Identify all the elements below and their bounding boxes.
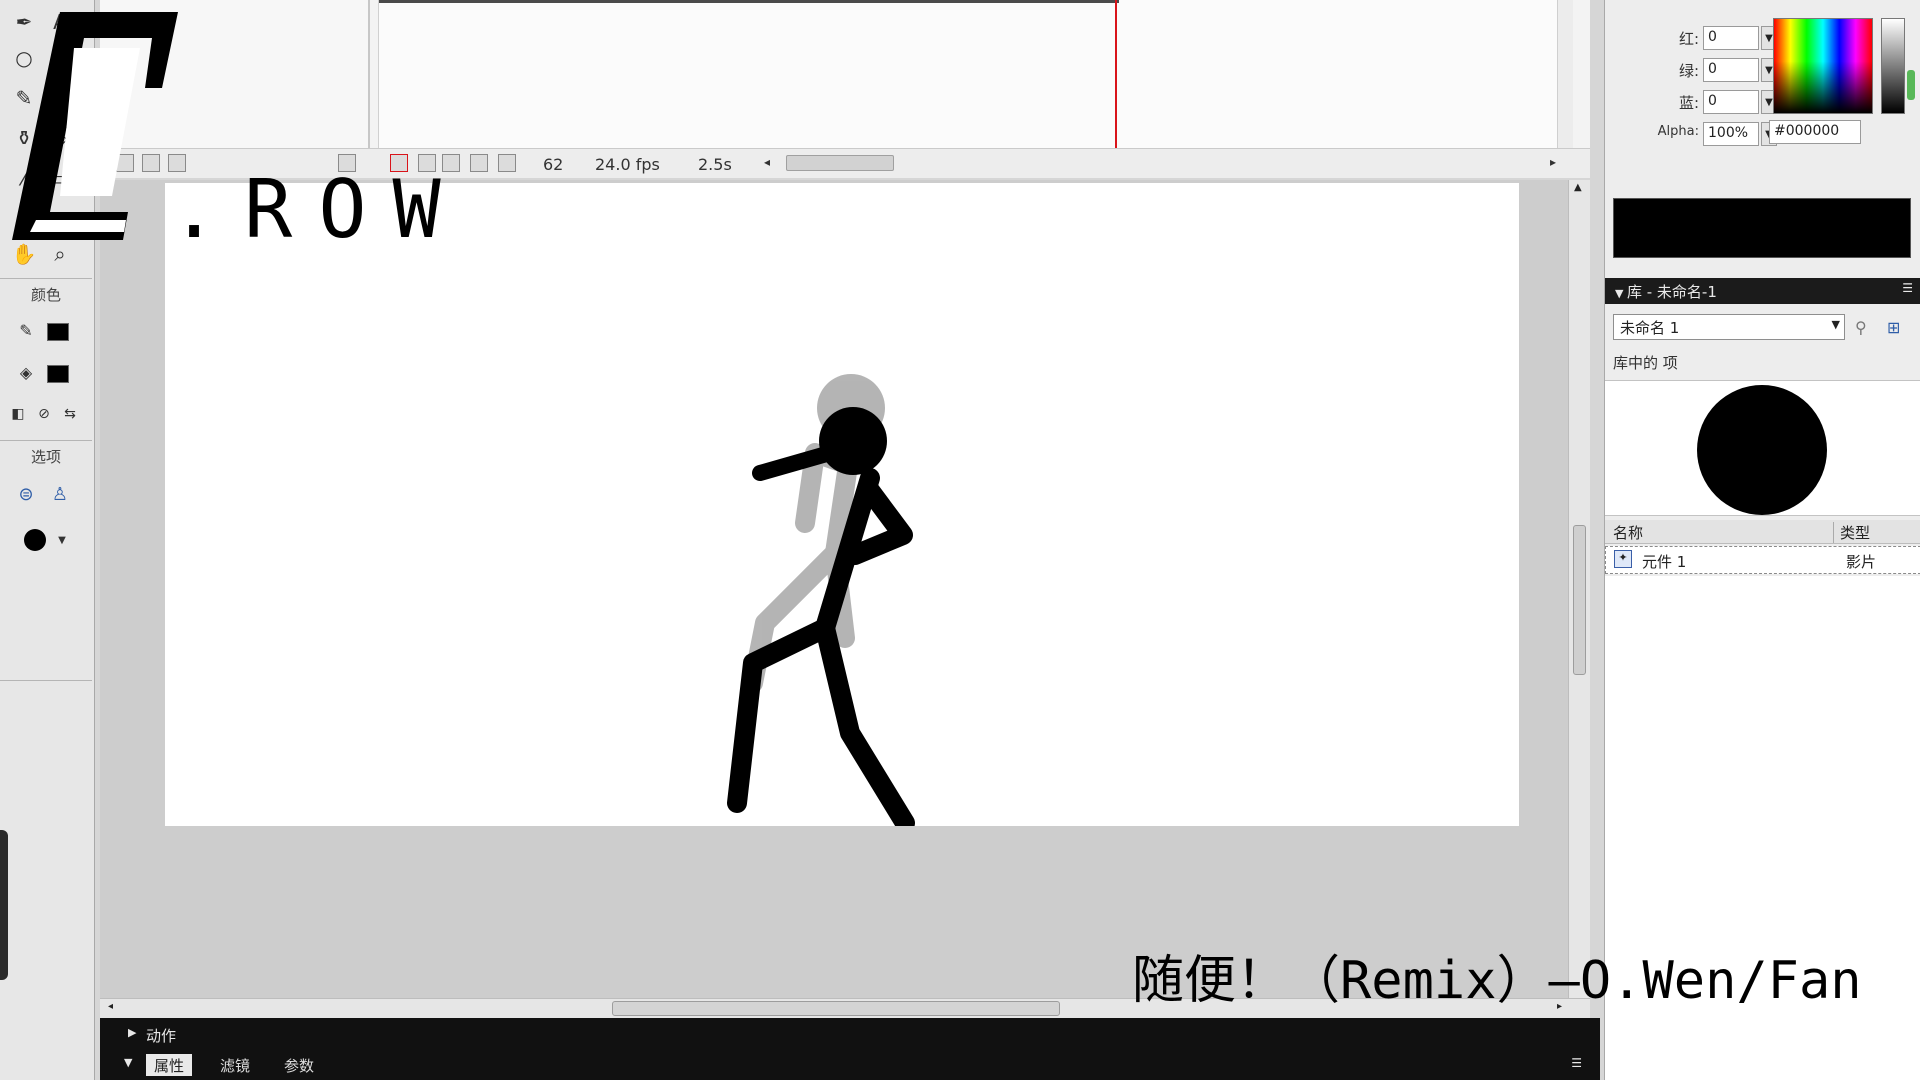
song-caption: 随便！（Remix）—O.Wen/Fan <box>1132 951 1862 1011</box>
stage-pasteboard: ▲ ◂ ▸ <box>100 180 1590 1018</box>
current-frame: 62 <box>543 155 564 174</box>
blue-input[interactable]: 0 <box>1703 90 1759 114</box>
green-input[interactable]: 0 <box>1703 58 1759 82</box>
scroll-left-icon[interactable]: ◂ <box>108 1001 113 1012</box>
stroke-color-pencil-icon: ✎ <box>19 320 33 340</box>
blue-label: 蓝: <box>1678 94 1699 112</box>
alpha-input[interactable]: 100% <box>1703 122 1759 146</box>
default-colors-icon[interactable]: ◧ <box>4 400 32 428</box>
tools-divider <box>0 278 92 279</box>
chevron-down-icon: ▼ <box>58 534 66 546</box>
library-panel-header[interactable]: ▼ 库 - 未命名-1 ☰ <box>1605 278 1920 304</box>
brush-mode-icon[interactable]: ⊜ <box>12 480 40 508</box>
options-section-label: 选项 <box>30 448 61 466</box>
library-document-value: 未命名 1 <box>1620 319 1680 337</box>
figure-back-leg <box>727 618 835 813</box>
stage-vertical-scrollbar[interactable]: ▲ <box>1568 180 1590 998</box>
elapsed-time: 2.5s <box>698 155 732 174</box>
panel-menu-icon[interactable]: ☰ <box>1902 281 1913 295</box>
library-column-headers: 名称 类型 <box>1605 520 1920 544</box>
timeline-vertical-scrollbar[interactable] <box>1557 0 1573 148</box>
lock-fill-icon[interactable]: ♙ <box>46 480 74 508</box>
figure-front-leg <box>815 618 915 833</box>
panel-menu-icon[interactable]: ☰ <box>1571 1056 1582 1070</box>
timeline-panel: 62 24.0 fps 2.5s ◂ ▸ <box>100 0 1590 178</box>
right-panels: 红: 0 ▼ 绿: 0 ▼ 蓝: 0 ▼ Alpha: 100% ▼ #0000… <box>1604 0 1920 1080</box>
alpha-label: Alpha: <box>1657 124 1699 139</box>
channel-brand-text: .ROW <box>170 163 467 256</box>
library-item-count: 库中的 项 <box>1613 354 1678 372</box>
crow-channel-logo <box>12 12 178 240</box>
actions-panel-bar[interactable]: ▶ 动作 <box>100 1022 1600 1048</box>
stage-vertical-scroll-thumb[interactable] <box>1573 525 1586 675</box>
frames-area[interactable] <box>378 0 1573 148</box>
scroll-up-icon[interactable]: ▲ <box>1574 182 1582 193</box>
symbol-preview-circle <box>1697 385 1827 515</box>
modify-onion-markers-icon[interactable] <box>498 154 516 172</box>
stroke-color-swatch[interactable] <box>44 318 72 346</box>
brightness-slider[interactable] <box>1881 18 1905 114</box>
edit-multiple-frames-icon[interactable] <box>470 154 488 172</box>
stick-figure-drawing <box>727 374 915 833</box>
library-preview <box>1605 380 1920 516</box>
red-input[interactable]: 0 <box>1703 26 1759 50</box>
library-document-select[interactable]: 未命名 1 ▼ <box>1613 314 1845 340</box>
tools-divider <box>0 680 92 681</box>
actions-panel-label: 动作 <box>146 1027 177 1045</box>
stage-horizontal-scroll-thumb[interactable] <box>612 1001 1060 1016</box>
column-name[interactable]: 名称 <box>1613 522 1643 543</box>
brightness-slider-thumb[interactable] <box>1907 70 1915 100</box>
timeline-horizontal-scroll-thumb[interactable] <box>786 155 894 171</box>
fill-color-bucket-icon: ◈ <box>19 362 33 382</box>
tools-divider <box>0 440 92 441</box>
brush-size-selector[interactable]: ▼ <box>10 526 80 554</box>
new-library-panel-icon[interactable]: ⊞ <box>1887 318 1900 337</box>
no-color-icon[interactable]: ⊘ <box>30 400 58 428</box>
library-panel-title: 库 - 未命名-1 <box>1626 283 1717 301</box>
hex-color-input[interactable]: #000000 <box>1769 120 1861 144</box>
color-spectrum[interactable] <box>1773 18 1873 114</box>
tab-parameters[interactable]: 参数 <box>276 1054 322 1076</box>
red-label: 红: <box>1678 30 1699 48</box>
swap-colors-icon[interactable]: ⇆ <box>56 400 84 428</box>
frame-rate[interactable]: 24.0 fps <box>595 155 660 174</box>
chevron-down-icon: ▼ <box>1831 318 1840 331</box>
pin-library-icon[interactable]: ⚲ <box>1855 318 1867 337</box>
color-section-label: 颜色 <box>30 286 61 304</box>
expand-arrow-icon: ▶ <box>128 1026 137 1039</box>
fill-color-swatch[interactable] <box>44 360 72 388</box>
collapse-arrow-icon: ▼ <box>1615 287 1627 300</box>
stage-canvas[interactable] <box>165 183 1519 833</box>
library-item-name: 元件 1 <box>1642 553 1687 571</box>
bottom-panels: ▶ 动作 ▼ 属性 滤镜 参数 ☰ <box>100 1018 1600 1080</box>
scroll-right-icon[interactable]: ▸ <box>1550 155 1556 169</box>
movie-clip-symbol-icon: ✦ <box>1614 550 1632 568</box>
playhead[interactable] <box>1115 0 1117 148</box>
library-item-type: 影片 <box>1846 553 1877 571</box>
frames-header-bar <box>379 0 1119 3</box>
green-label: 绿: <box>1678 62 1699 80</box>
panel-edge-handle[interactable] <box>0 830 8 980</box>
scroll-left-icon[interactable]: ◂ <box>764 155 770 169</box>
tab-filters[interactable]: 滤镜 <box>212 1054 258 1076</box>
selected-color-swatch <box>1613 198 1911 258</box>
brush-size-dot-icon <box>24 529 47 551</box>
properties-panel-bar: ▼ 属性 滤镜 参数 ☰ <box>100 1052 1600 1078</box>
column-type[interactable]: 类型 <box>1833 522 1870 543</box>
tab-properties[interactable]: 属性 <box>146 1054 193 1076</box>
library-item-row[interactable]: ✦ 元件 1 影片 <box>1605 546 1920 574</box>
collapse-arrow-icon[interactable]: ▼ <box>124 1056 132 1069</box>
